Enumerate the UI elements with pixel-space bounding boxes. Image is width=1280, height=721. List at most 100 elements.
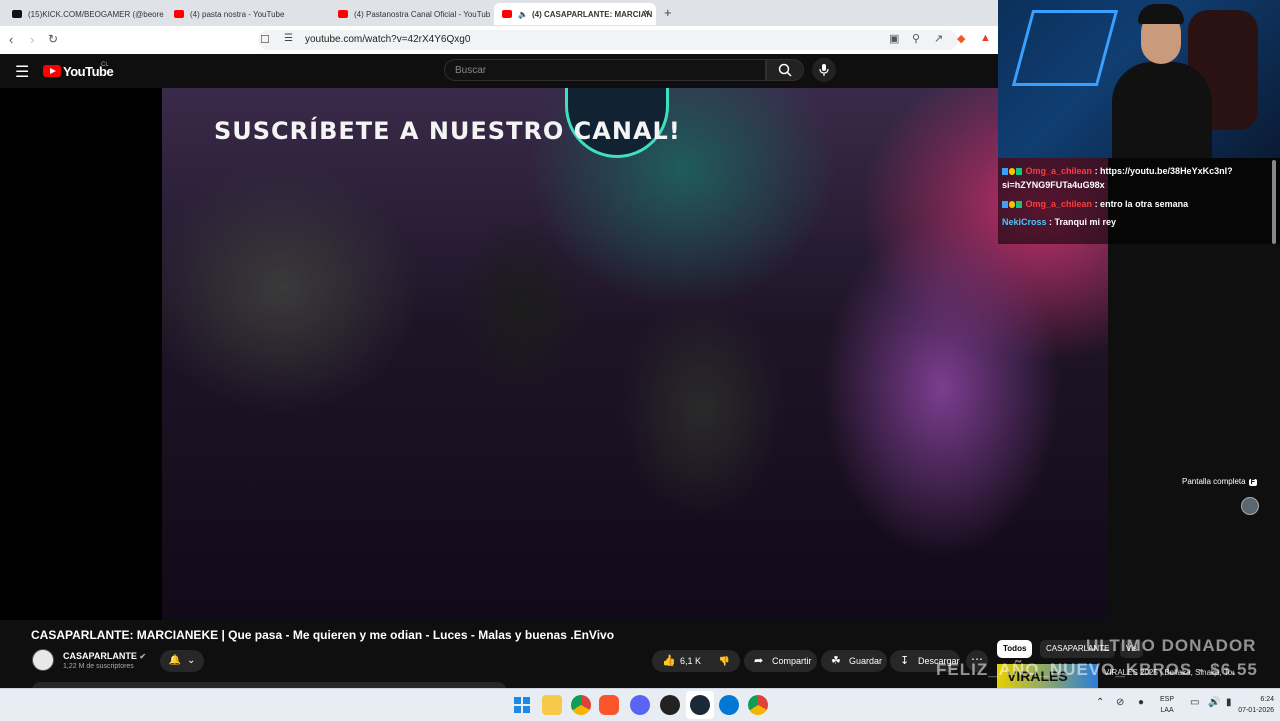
back-icon[interactable]: ‹ — [9, 32, 13, 47]
tab-casaparlante[interactable]: 🔈 (4) CASAPARLANTE: MARCIAN × — [494, 3, 656, 25]
tab-label: (4) CASAPARLANTE: MARCIAN — [531, 9, 653, 19]
channel-name-text: CASAPARLANTE — [63, 651, 137, 661]
streamer-body — [1112, 62, 1212, 158]
tab-label: (15)KICK.COM/BEOGAMER (@beorei — [28, 9, 164, 19]
voice-search-button[interactable] — [812, 58, 836, 82]
file-explorer-icon[interactable] — [542, 695, 562, 715]
new-tab-button[interactable]: + — [664, 5, 672, 20]
save-label: Guardar — [849, 656, 883, 666]
clock-time: 6:24 — [1260, 696, 1274, 703]
streamer-cap — [1138, 4, 1184, 24]
search-button[interactable] — [766, 59, 804, 81]
chat-message: Omg_a_chilean : https://youtu.be/38HeYxK… — [1002, 166, 1233, 176]
tab-pastanostra-oficial[interactable]: (4) Pastanostra Canal Oficial - YouTub — [330, 3, 492, 25]
windows-taskbar: ⌃ ⊘ ● ESP LAA ▭ 🔊 ▮ 6:24 07-01-2026 — [0, 688, 1280, 721]
chrome-profile-icon[interactable] — [748, 695, 768, 715]
donor-text: FELIZ_AÑO_NUEVO_KBROS - $6.55 — [936, 660, 1258, 679]
chat-message-continued: si=hZYNG9FUTa4uG98x — [1002, 180, 1105, 190]
badge-icon — [1016, 201, 1022, 209]
youtube-logo-icon[interactable] — [43, 65, 61, 77]
browser-toolbar: ‹ › ↻ ☐ ☰ youtube.com/watch?v=42rX4Y6Qxg… — [0, 26, 1000, 55]
save-button[interactable]: ☘ Guardar — [821, 650, 887, 672]
mic-tray-icon[interactable]: ● — [1138, 697, 1144, 708]
search-placeholder: Buscar — [455, 65, 487, 76]
chat-username: NekiCross — [1002, 217, 1047, 227]
share-icon[interactable]: ↗ — [934, 32, 943, 45]
download-icon: ↧ — [900, 655, 910, 667]
chip-all[interactable]: Todos — [997, 640, 1033, 658]
windows-start-icon[interactable] — [512, 695, 532, 715]
chat-overlay: Omg_a_chilean : https://youtu.be/38HeYxK… — [998, 158, 1280, 244]
reload-icon[interactable]: ↻ — [48, 32, 58, 46]
badge-icon — [1002, 168, 1008, 176]
address-bar[interactable]: ☐ ☰ youtube.com/watch?v=42rX4Y6Qxg0 — [258, 30, 958, 50]
notifications-button[interactable]: 🔔 ⌄ — [160, 650, 204, 672]
chat-text: : https://youtu.be/38HeYxKc3nI? — [1094, 166, 1233, 176]
brave-shield-icon[interactable]: ◆ — [957, 32, 965, 45]
chat-text: : Tranqui mi rey — [1049, 217, 1117, 227]
chat-scrollbar[interactable] — [1272, 160, 1276, 244]
language-indicator[interactable]: ESP LAA — [1160, 694, 1174, 716]
badge-icon — [1002, 201, 1008, 209]
language-secondary: LAA — [1160, 707, 1174, 714]
fullscreen-label: Pantalla completa — [1182, 477, 1246, 486]
video-frame — [162, 88, 1108, 620]
dislike-icon: 👎 — [718, 656, 730, 666]
bell-icon: 🔔 — [168, 655, 182, 666]
subscriber-count: 1,22 M de suscriptores — [63, 663, 134, 670]
chat-text: : entro la otra semana — [1094, 199, 1189, 209]
fullscreen-key: F — [1248, 479, 1257, 486]
network-icon[interactable]: ⊘ — [1116, 697, 1124, 708]
microphone-icon — [819, 64, 829, 76]
chevron-down-icon: ⌄ — [187, 655, 196, 666]
brave-rewards-icon[interactable]: ▲ — [980, 32, 991, 44]
channel-watermark-icon[interactable] — [1241, 497, 1259, 515]
chrome-icon[interactable] — [571, 695, 591, 715]
clock-date: 07-01-2026 — [1238, 707, 1274, 714]
chat-message: NekiCross : Tranqui mi rey — [1002, 217, 1116, 227]
close-tab-icon[interactable]: × — [644, 8, 650, 19]
badge-icon — [1009, 168, 1015, 176]
brave-icon[interactable] — [599, 695, 619, 715]
tiktok-icon — [12, 10, 22, 18]
menu-icon[interactable]: ☰ — [15, 62, 29, 82]
obs-icon[interactable] — [660, 695, 680, 715]
language-primary: ESP — [1160, 696, 1175, 703]
forward-icon[interactable]: › — [30, 32, 34, 47]
share-label: Compartir — [772, 656, 812, 666]
search-input[interactable]: Buscar — [444, 59, 766, 81]
tray-overflow-icon[interactable]: ⌃ — [1096, 697, 1104, 708]
volume-icon[interactable]: 🔊 — [1208, 697, 1220, 708]
channel-avatar[interactable] — [32, 649, 54, 671]
like-button[interactable]: 👍 6,1 K 👎 — [652, 650, 740, 672]
fullscreen-tooltip: Pantalla completa F — [1182, 477, 1257, 486]
streamer-webcam — [998, 0, 1280, 158]
bookmark-icon: ☘ — [831, 655, 841, 667]
tab-kick[interactable]: (15)KICK.COM/BEOGAMER (@beorei — [4, 3, 164, 25]
site-info-icon[interactable]: ☰ — [284, 33, 293, 44]
share-arrow-icon: ➦ — [754, 655, 764, 667]
chat-message: Omg_a_chilean : entro la otra semana — [1002, 199, 1188, 209]
system-clock[interactable]: 6:24 07-01-2026 — [1238, 694, 1274, 716]
bookmark-icon[interactable]: ☐ — [260, 33, 270, 46]
tab-label: (4) Pastanostra Canal Oficial - YouTub — [354, 9, 491, 19]
chat-username: Omg_a_chilean — [1025, 166, 1093, 176]
edge-icon[interactable] — [719, 695, 739, 715]
install-icon[interactable]: ▣ — [889, 32, 899, 45]
video-title: CASAPARLANTE: MARCIANEKE | Que pasa - Me… — [31, 628, 615, 642]
display-icon[interactable]: ▭ — [1190, 697, 1199, 708]
youtube-icon — [174, 10, 184, 18]
steam-icon[interactable] — [690, 695, 710, 715]
browser-tab-strip: (15)KICK.COM/BEOGAMER (@beorei (4) pasta… — [0, 0, 1000, 26]
channel-name[interactable]: CASAPARLANTE ✔ — [63, 651, 146, 661]
youtube-icon — [338, 10, 348, 18]
neon-shape — [1011, 10, 1119, 86]
zoom-icon[interactable]: ⚲ — [912, 32, 920, 45]
discord-icon[interactable] — [630, 695, 650, 715]
youtube-icon — [502, 10, 512, 18]
search-icon — [778, 63, 792, 77]
share-button[interactable]: ➦ Compartir — [744, 650, 817, 672]
tab-pasta-nostra[interactable]: (4) pasta nostra - YouTube — [166, 3, 328, 25]
video-player[interactable]: SUSCRÍBETE A NUESTRO CANAL! — [0, 88, 1108, 620]
speaker-icon: 🔈 — [518, 9, 528, 19]
